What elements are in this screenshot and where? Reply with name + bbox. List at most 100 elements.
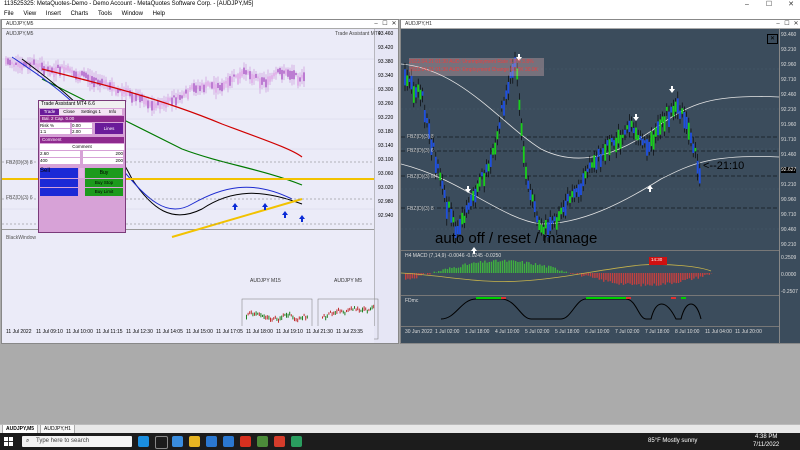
buy-stop-button[interactable]: Buy Stop xyxy=(85,179,123,187)
left-candle-body xyxy=(125,88,127,96)
split-handle[interactable] xyxy=(79,168,84,178)
right-candle xyxy=(588,162,591,169)
info-tab[interactable]: Info xyxy=(103,109,122,115)
buy-limit-button[interactable]: Buy Limit xyxy=(85,188,123,196)
store-icon[interactable] xyxy=(206,436,217,447)
buy-button[interactable]: Buy xyxy=(85,168,123,178)
right-maximize-icon[interactable]: ☐ xyxy=(783,20,791,28)
opera-icon[interactable] xyxy=(240,436,251,447)
left-candle-body xyxy=(279,67,281,75)
mini-candle xyxy=(265,315,267,320)
file-explorer-icon[interactable] xyxy=(189,436,200,447)
right-candle xyxy=(406,75,409,86)
left-candle-body xyxy=(263,77,265,82)
mini-candle xyxy=(373,304,375,309)
left-close-icon[interactable]: ✕ xyxy=(390,20,398,28)
left-candle-body xyxy=(259,78,261,89)
sell-limit-button[interactable] xyxy=(40,188,78,196)
menu-file[interactable]: File xyxy=(4,10,14,19)
left-candle-body xyxy=(153,101,155,111)
right-candle xyxy=(687,122,690,140)
weather-widget[interactable]: 85°F Mostly sunny xyxy=(648,438,697,444)
sell-button[interactable]: Sell xyxy=(40,168,78,178)
mini-candle xyxy=(330,310,331,313)
settings-tab[interactable]: Settings 1 xyxy=(79,109,103,115)
windows-start-icon[interactable] xyxy=(4,437,13,446)
clock-date[interactable]: 7/11/2022 xyxy=(753,442,779,448)
left-candle-body xyxy=(269,76,271,82)
chrome-icon[interactable] xyxy=(257,436,268,447)
right-candle xyxy=(441,180,444,189)
current-price-label: 92.627 xyxy=(781,167,797,173)
sell-stop-button[interactable] xyxy=(40,179,78,187)
left-candle-body xyxy=(207,81,209,86)
risk-input[interactable]: 0.00 xyxy=(72,123,92,128)
left-candle-body xyxy=(295,73,297,76)
metatrader-icon[interactable] xyxy=(291,436,302,447)
macd-bar xyxy=(473,262,475,273)
right-candle xyxy=(555,217,558,230)
tp-points-input[interactable]: 200 xyxy=(83,158,123,164)
right-chart-header: AUDJPY,H1 – ☐ ✕ xyxy=(401,20,800,29)
right-candle xyxy=(650,131,653,147)
entry-input[interactable]: 2.00 xyxy=(72,129,92,134)
menu-insert[interactable]: Insert xyxy=(46,10,61,19)
left-candle-body xyxy=(39,63,41,68)
clock-time[interactable]: 4:38 PM xyxy=(755,434,777,440)
right-level-label-3: FBZ(D)(3) M4 xyxy=(407,174,438,180)
macd-bar xyxy=(691,273,693,281)
cortana-icon[interactable] xyxy=(138,436,149,447)
minimize-button[interactable]: – xyxy=(740,0,754,10)
left-candle-body xyxy=(177,94,179,99)
close-button[interactable]: ✕ xyxy=(784,0,798,10)
right-chart-window[interactable]: AUDJPY,H1 – ☐ ✕ 2022.04.21 01:30 AUD: Un… xyxy=(400,19,800,344)
right-level-label-2: FBZ(D)(3) 6 xyxy=(407,148,434,154)
left-candle-body xyxy=(145,98,147,105)
menu-help[interactable]: Help xyxy=(153,10,165,19)
tp-input[interactable]: 400 xyxy=(40,158,80,164)
left-candle-body xyxy=(31,61,33,66)
right-candle xyxy=(564,200,567,216)
close-tab[interactable]: Close xyxy=(59,109,79,115)
annotation-text: auto off / reset / manage xyxy=(435,230,598,247)
macd-bar xyxy=(462,264,464,273)
menu-tools[interactable]: Tools xyxy=(98,10,112,19)
edge-icon[interactable] xyxy=(172,436,183,447)
mini-candle xyxy=(290,314,292,317)
app-icon[interactable] xyxy=(274,436,285,447)
comment-input[interactable]: Comment xyxy=(40,144,124,150)
right-candle xyxy=(443,189,446,198)
trade-tab[interactable]: Trade xyxy=(40,109,59,115)
mini-candle xyxy=(287,313,289,318)
lines-button[interactable]: Lines xyxy=(95,123,123,134)
macd-bar xyxy=(512,260,515,273)
menu-view[interactable]: View xyxy=(23,10,36,19)
left-chart-header: AUDJPY,M5 – ☐ ✕ xyxy=(2,20,398,29)
right-candle xyxy=(439,172,442,181)
left-chart-window[interactable]: AUDJPY,M5 – ☐ ✕ AUDJPY,M5 Trade Assistan… xyxy=(1,19,399,344)
right-candle xyxy=(500,105,503,109)
task-view-icon[interactable] xyxy=(155,436,168,449)
sl-points-input[interactable]: 200 xyxy=(83,151,123,157)
left-minimize-icon[interactable]: – xyxy=(372,20,380,28)
menu-charts[interactable]: Charts xyxy=(71,10,89,19)
chart-close-icon[interactable]: ✕ xyxy=(767,34,778,44)
left-candle-body xyxy=(89,75,91,85)
left-candle-body xyxy=(195,85,197,93)
left-candle-body xyxy=(239,72,241,79)
macd-bar xyxy=(521,260,523,273)
left-maximize-icon[interactable]: ☐ xyxy=(381,20,389,28)
menu-window[interactable]: Window xyxy=(122,10,143,19)
mini-candle xyxy=(362,307,363,313)
macd-bar xyxy=(649,273,651,286)
taskbar-search[interactable]: ⌕ Type here to search xyxy=(22,436,132,447)
right-close-icon[interactable]: ✕ xyxy=(792,20,800,28)
right-candle xyxy=(492,148,494,155)
maximize-button[interactable]: ☐ xyxy=(762,0,776,10)
sl-input[interactable]: 2.60 xyxy=(40,151,80,157)
mini-label-m15: AUDJPY M15 xyxy=(250,278,281,284)
mail-icon[interactable] xyxy=(223,436,234,447)
macd-bar xyxy=(658,273,660,286)
right-minimize-icon[interactable]: – xyxy=(774,20,782,28)
right-candle xyxy=(448,201,450,208)
